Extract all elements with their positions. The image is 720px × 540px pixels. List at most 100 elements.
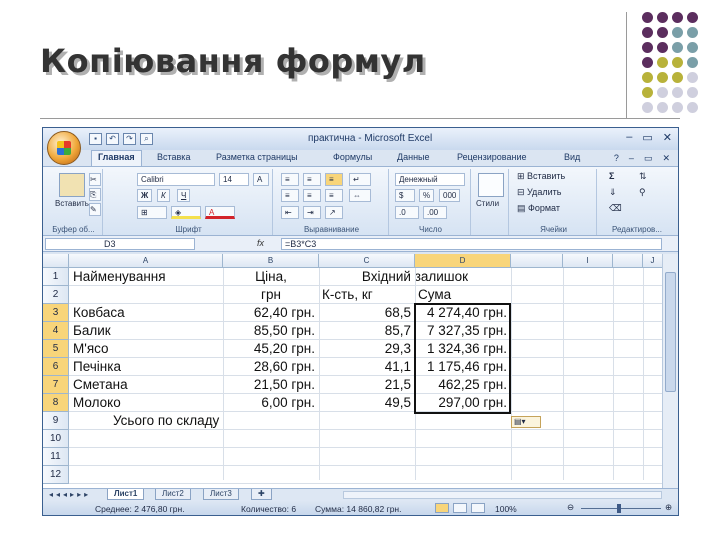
row-header[interactable]: 2: [43, 286, 69, 304]
bold-button[interactable]: Ж: [137, 189, 153, 202]
zoom-in-icon[interactable]: ⊕: [665, 502, 672, 513]
fx-icon[interactable]: fx: [257, 238, 264, 248]
font-size-select[interactable]: 14: [219, 173, 249, 186]
normal-view-icon[interactable]: [435, 503, 449, 513]
ribbon-close-icon[interactable]: ✕: [662, 153, 670, 164]
cell-price[interactable]: 28,60 грн.: [223, 358, 315, 376]
vertical-scrollbar[interactable]: [662, 254, 678, 488]
increase-indent-icon[interactable]: ⇥: [303, 206, 321, 219]
cell-b1[interactable]: Ціна,: [223, 268, 319, 286]
row-header[interactable]: 12: [43, 466, 69, 484]
cell-name[interactable]: Балик: [73, 322, 219, 340]
cell-name[interactable]: Сметана: [73, 376, 219, 394]
cut-icon[interactable]: ✂: [89, 173, 101, 186]
tab-home[interactable]: Главная: [91, 150, 142, 167]
cell-qty[interactable]: 41,1: [319, 358, 411, 376]
percent-button[interactable]: %: [419, 189, 435, 202]
formula-input[interactable]: =B3*C3: [281, 238, 662, 250]
maximize-button[interactable]: ▭: [642, 131, 652, 144]
tab-data[interactable]: Данные: [397, 152, 430, 162]
font-name-select[interactable]: Calibri: [137, 173, 215, 186]
merge-cells-icon[interactable]: ⇔: [349, 189, 371, 202]
cell-b2[interactable]: грн: [223, 286, 319, 304]
align-left-icon[interactable]: ≡: [281, 189, 299, 202]
orientation-icon[interactable]: ↗: [325, 206, 343, 219]
sheet-tab-3[interactable]: Лист3: [203, 489, 239, 500]
cell-c2[interactable]: К-сть, кг: [322, 286, 373, 304]
undo-icon[interactable]: ↶: [106, 133, 119, 145]
row-header[interactable]: 7: [43, 376, 69, 394]
cell-price[interactable]: 45,20 грн.: [223, 340, 315, 358]
horizontal-scrollbar[interactable]: [343, 491, 662, 499]
name-box[interactable]: D3: [45, 238, 195, 250]
column-header-i[interactable]: I: [563, 254, 613, 268]
cell-a1[interactable]: Найменування: [73, 268, 166, 286]
styles-icon[interactable]: [478, 173, 504, 197]
cell-name[interactable]: Молоко: [73, 394, 219, 412]
wrap-text-icon[interactable]: ↵: [349, 173, 371, 186]
fill-icon[interactable]: ⇓: [609, 187, 617, 198]
cell-d2[interactable]: Сума: [418, 286, 451, 304]
increase-decimal-icon[interactable]: .0: [395, 206, 419, 219]
select-all-corner[interactable]: [43, 254, 69, 268]
copy-icon[interactable]: ⎘: [89, 188, 101, 201]
cell-price[interactable]: 85,50 грн.: [223, 322, 315, 340]
column-header-j[interactable]: J: [643, 254, 663, 268]
redo-icon[interactable]: ↷: [123, 133, 136, 145]
page-break-view-icon[interactable]: [471, 503, 485, 513]
row-header[interactable]: 6: [43, 358, 69, 376]
paste-button-label[interactable]: Вставить: [55, 199, 89, 208]
column-header-blank[interactable]: [613, 254, 643, 268]
minimize-button[interactable]: –: [626, 131, 632, 144]
tab-view[interactable]: Вид: [564, 152, 580, 162]
styles-button-label[interactable]: Стили: [476, 199, 499, 208]
autosum-button[interactable]: Σ: [609, 171, 614, 181]
paste-options-icon[interactable]: ▤▾: [511, 416, 541, 428]
format-painter-icon[interactable]: ✎: [89, 203, 101, 216]
underline-button[interactable]: Ч: [177, 189, 191, 202]
row-header[interactable]: 4: [43, 322, 69, 340]
number-format-select[interactable]: Денежный: [395, 173, 465, 186]
cell-qty[interactable]: 49,5: [319, 394, 411, 412]
sheet-tab-1[interactable]: Лист1: [107, 489, 145, 500]
align-center-icon[interactable]: ≡: [303, 189, 321, 202]
cell-price[interactable]: 21,50 грн.: [223, 376, 315, 394]
row-header[interactable]: 11: [43, 448, 69, 466]
align-right-icon[interactable]: ≡: [325, 189, 343, 202]
vertical-scroll-thumb[interactable]: [665, 272, 676, 392]
close-button[interactable]: ✕: [663, 131, 672, 144]
align-middle-icon[interactable]: ≡: [303, 173, 321, 186]
column-header-d[interactable]: D: [415, 254, 511, 268]
tab-review[interactable]: Рецензирование: [457, 152, 527, 162]
sheet-tab-2[interactable]: Лист2: [155, 489, 191, 500]
paste-icon[interactable]: [59, 173, 85, 197]
help-icon[interactable]: ?: [614, 153, 619, 164]
delete-cells-button[interactable]: ⊟ Удалить: [517, 187, 561, 198]
row-header[interactable]: 8: [43, 394, 69, 412]
tab-insert[interactable]: Вставка: [157, 152, 190, 162]
cell-price[interactable]: 62,40 грн.: [223, 304, 315, 322]
cell-name[interactable]: Печінка: [73, 358, 219, 376]
currency-icon[interactable]: $: [395, 189, 415, 202]
insert-cells-button[interactable]: ⊞ Вставить: [517, 171, 565, 182]
row-header[interactable]: 10: [43, 430, 69, 448]
zoom-out-icon[interactable]: ⊖: [567, 502, 574, 513]
align-bottom-icon[interactable]: ≡: [325, 173, 343, 186]
column-header-a[interactable]: A: [69, 254, 223, 268]
font-color-icon[interactable]: A: [205, 206, 235, 219]
cell-price[interactable]: 6,00 грн.: [223, 394, 315, 412]
zoom-slider[interactable]: [581, 508, 661, 509]
tab-formulas[interactable]: Формулы: [333, 152, 372, 162]
ribbon-minimize-icon[interactable]: –: [629, 153, 634, 164]
worksheet-grid[interactable]: A B C D I J Найменування Ціна, Вхідний з…: [43, 254, 678, 488]
grow-font-icon[interactable]: A: [253, 173, 269, 186]
sort-filter-icon[interactable]: ⇅: [639, 171, 647, 182]
cell-qty[interactable]: 68,5: [319, 304, 411, 322]
ribbon-restore-icon[interactable]: ▭: [644, 153, 653, 164]
tab-page-layout[interactable]: Разметка страницы: [216, 152, 298, 162]
cell-qty[interactable]: 21,5: [319, 376, 411, 394]
find-select-icon[interactable]: ⚲: [639, 187, 646, 198]
cell-name[interactable]: М'ясо: [73, 340, 219, 358]
row-header[interactable]: 5: [43, 340, 69, 358]
decrease-decimal-icon[interactable]: .00: [423, 206, 447, 219]
